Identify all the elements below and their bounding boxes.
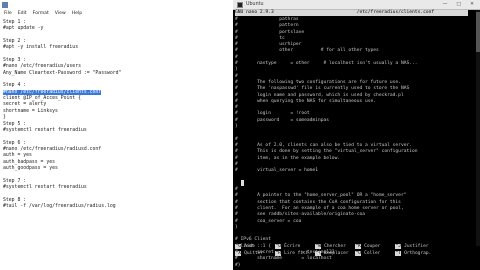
- text-line-content: #nano /etc/freeradius/clients.conf: [3, 89, 102, 95]
- shortcut-item[interactable]: ^\ Remplacer: [315, 250, 355, 258]
- menu-view[interactable]: View: [55, 11, 66, 16]
- shortcut-key: ^\: [315, 250, 322, 256]
- nano-header-bar: GNU nano 2.9.3 /etc/freeradius/clients.c…: [235, 10, 468, 16]
- text-line-content: #tail -f /var/log/freeradius/radius.log: [3, 203, 116, 209]
- shortcut-row: ^X Quitter ^R Lire fich. ^\ Remplacer ^U Co…: [235, 250, 475, 258]
- shortcut-key: ^W: [315, 244, 322, 249]
- shortcut-item[interactable]: ^R Lire fich.: [275, 250, 315, 258]
- notepad-titlebar: [0, 0, 233, 9]
- shortcut-label: Justifier: [404, 244, 429, 249]
- nano-editor-body[interactable]: # pathras # pattern # portslave # tc # usrhi…: [235, 17, 418, 269]
- shortcut-key: ^J: [395, 244, 402, 249]
- text-line-content: #nano /etc/freeradius/users: [3, 64, 81, 70]
- terminal-titlebar: Ubuntu — □ ✕: [233, 0, 480, 10]
- text-line-content: Step 2 :: [3, 39, 27, 45]
- shortcut-label: Orthograp.: [404, 250, 432, 256]
- text-line-content: Step 7 :: [3, 178, 27, 184]
- text-line-content: Step 6 :: [3, 140, 27, 146]
- terminal-title: Ubuntu: [246, 2, 264, 7]
- menu-help[interactable]: Help: [72, 11, 82, 16]
- shortcut-label: Couper: [364, 244, 381, 249]
- terminal-app-icon: [237, 1, 243, 8]
- notepad-menubar: File Edit Format View Help: [0, 9, 233, 17]
- text-line-content: Step 8 :: [3, 197, 27, 203]
- shortcut-label: Chercher: [324, 244, 346, 249]
- terminal-line: # A pointer to the "home_server_pool" OR…: [235, 193, 407, 199]
- menu-file[interactable]: File: [4, 11, 12, 16]
- shortcut-item[interactable]: ^X Quitter: [235, 250, 275, 258]
- text-line-content: shortname = Linksys: [3, 108, 58, 114]
- shortcut-key: ^T: [395, 250, 402, 256]
- nano-filename: /etc/freeradius/clients.conf: [356, 10, 435, 15]
- shortcut-key: ^U: [355, 250, 362, 256]
- shortcut-key: ^R: [275, 250, 282, 256]
- maximize-button[interactable]: □: [456, 2, 461, 7]
- terminal-window: Ubuntu — □ ✕ GNU nano 2.9.3 /etc/freerad…: [233, 0, 480, 270]
- text-line-content: Step 3 :: [3, 58, 27, 64]
- text-line-content: #apt update -y: [3, 26, 44, 32]
- notepad-app-icon: [2, 1, 8, 8]
- text-line-content: #apt -y install freeradius: [3, 45, 79, 51]
- text-line-content: auth = yes: [3, 153, 32, 159]
- terminal-line: # This is done by setting the "virtual_s…: [235, 149, 418, 155]
- text-line: Any_Name Cleartext-Password := "Password…: [3, 71, 121, 77]
- text-line-content: Any_Name Cleartext-Password := "Password…: [3, 70, 122, 76]
- text-line-content: Step 4 :: [3, 83, 27, 89]
- text-line-content: client @IP_of_Acces_Point {: [3, 96, 81, 102]
- shortcut-item[interactable]: ^U Coller: [355, 250, 395, 258]
- shortcut-label: Coller: [364, 250, 381, 256]
- scrollbar-thumb[interactable]: [476, 12, 480, 52]
- text-line-content: auth_goodpass = yes: [3, 165, 58, 171]
- terminal-line: #}: [235, 262, 241, 268]
- shortcut-label: Aide: [244, 244, 255, 249]
- nano-shortcut-bar: ^G Aide ^O Écrire ^W Chercher ^K Couper ^J J…: [235, 244, 475, 257]
- shortcut-item[interactable]: ^T Orthograp.: [395, 250, 435, 258]
- menu-format[interactable]: Format: [33, 11, 49, 16]
- text-line-content: #systemctl restart freeradius: [3, 127, 87, 133]
- text-line-content: auth_badpass = yes: [3, 159, 55, 165]
- terminal-line: # nastype = other # localhost isn't usua…: [235, 61, 418, 67]
- shortcut-key: ^O: [275, 244, 282, 249]
- terminal-line: # The 'naspasswd' file is currently used…: [235, 86, 410, 92]
- text-line-content: }: [3, 115, 6, 121]
- text-line-content: #nano /etc/freeradius/radiusd.conf: [3, 146, 102, 152]
- notepad-text-area[interactable]: Step 1 : #apt update -y Step 2 : #apt -y in…: [3, 20, 121, 210]
- shortcut-key: ^K: [355, 244, 362, 249]
- shortcut-label: Lire fich.: [284, 250, 312, 256]
- nano-version: GNU nano 2.9.3: [235, 10, 274, 15]
- shortcut-label: Quitter: [244, 250, 264, 256]
- close-button[interactable]: ✕: [470, 2, 474, 7]
- text-line: #tail -f /var/log/freeradius/radius.log: [3, 204, 121, 210]
- shortcut-label: Remplacer: [324, 250, 349, 256]
- notepad-window: File Edit Format View Help Step 1 : #apt …: [0, 0, 234, 270]
- terminal-scrollbar[interactable]: [476, 10, 480, 246]
- terminal-line: # login name and password, which is used…: [235, 92, 404, 98]
- shortcut-key: ^G: [235, 244, 242, 249]
- terminal-line: # section that contains the CoA configur…: [235, 199, 401, 205]
- minimize-button[interactable]: —: [443, 2, 448, 7]
- shortcut-key: ^X: [235, 250, 242, 256]
- text-line-content: #systemctl restart freeradius: [3, 184, 87, 190]
- shortcut-label: Écrire: [284, 244, 301, 249]
- text-line-content: secret = alerty: [3, 102, 47, 108]
- text-line-content: Step 5 :: [3, 121, 27, 127]
- menu-edit[interactable]: Edit: [18, 11, 27, 16]
- text-cursor: [241, 180, 244, 186]
- text-line-content: Step 1 :: [3, 20, 27, 25]
